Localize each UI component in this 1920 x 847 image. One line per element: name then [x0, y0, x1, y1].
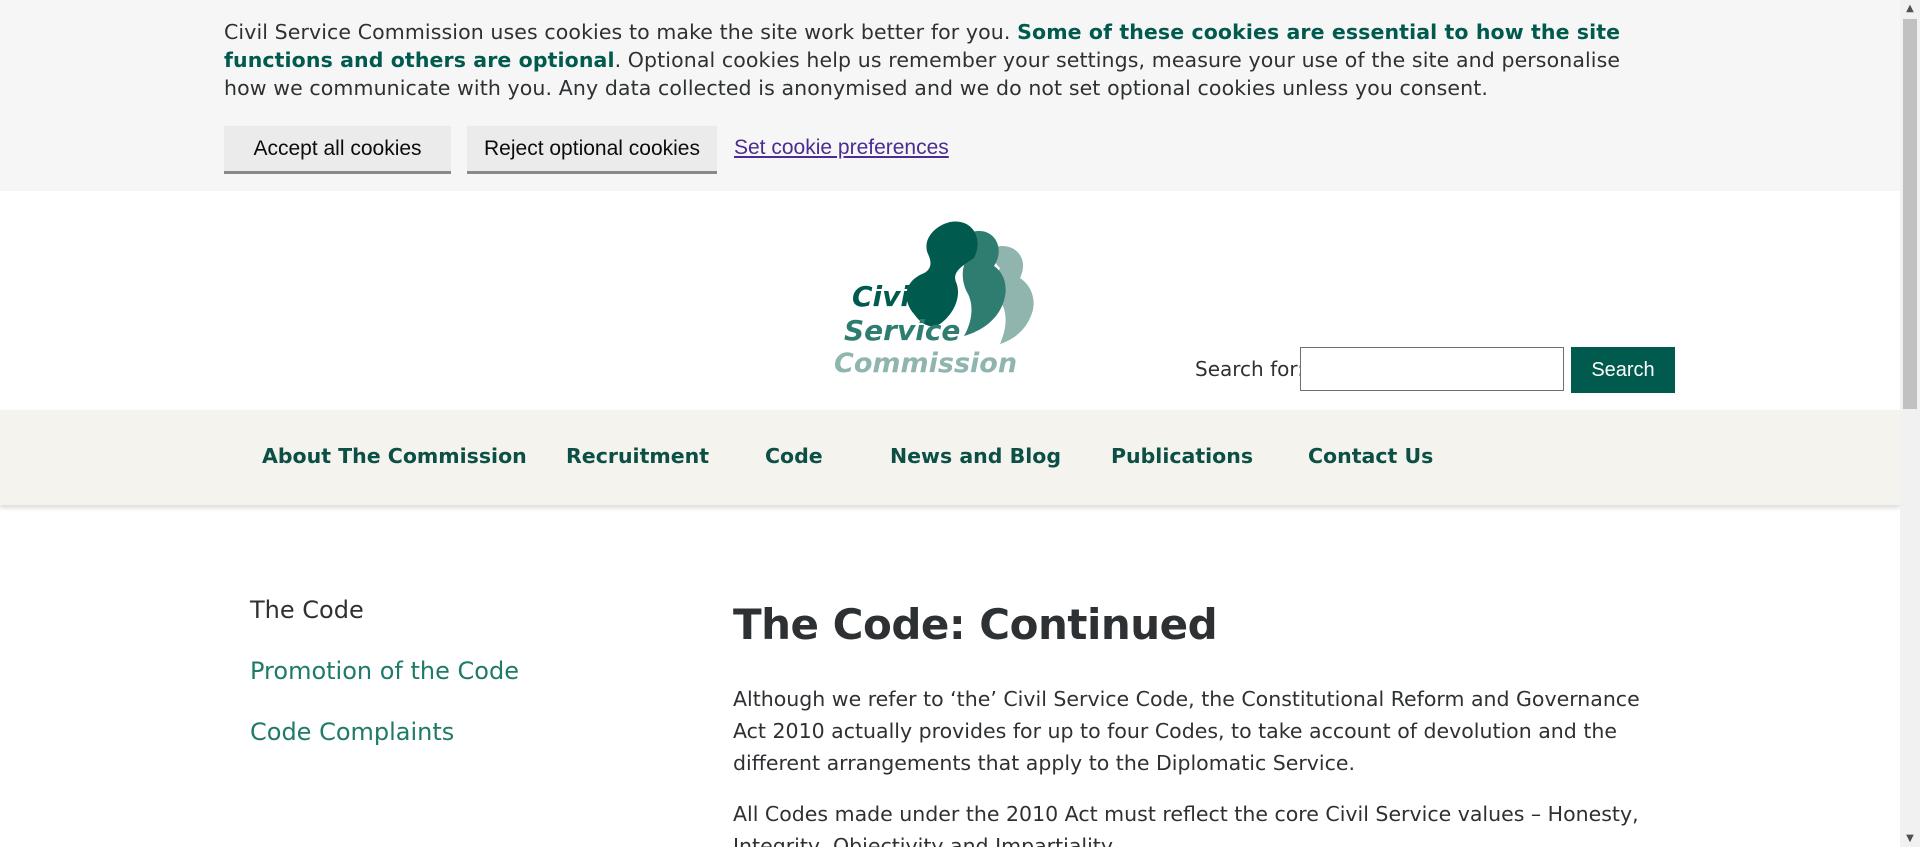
sidebar-item-code-complaints[interactable]: Code Complaints — [250, 718, 454, 746]
reject-cookies-button[interactable]: Reject optional cookies — [467, 126, 717, 174]
content-paragraph: All Codes made under the 2010 Act must r… — [733, 802, 1639, 847]
content-paragraph: Although we refer to ‘the’ Civil Service… — [733, 687, 1640, 775]
cookie-message: Civil Service Commission uses cookies to… — [224, 18, 1664, 102]
scroll-down-arrow-icon[interactable]: ▼ — [1900, 830, 1920, 847]
cookie-message-intro: Civil Service Commission uses cookies to… — [224, 20, 1018, 44]
nav-item-code[interactable]: Code — [765, 444, 823, 468]
logo-text-service: Service — [844, 314, 961, 347]
page-scrollbar[interactable]: ▲ ▼ — [1900, 0, 1920, 847]
cookie-preferences-link[interactable]: Set cookie preferences — [734, 136, 949, 160]
logo-text-commission: Commission — [834, 348, 1018, 379]
scrollbar-thumb[interactable] — [1903, 19, 1917, 409]
nav-item-contact-us[interactable]: Contact Us — [1308, 444, 1433, 468]
sidebar-item-the-code: The Code — [250, 596, 364, 624]
page-title: The Code: Continued — [733, 600, 1218, 649]
search-label: Search for: — [1195, 357, 1304, 381]
main-navigation: About The Commission Recruitment Code Ne… — [0, 410, 1900, 505]
cookie-banner: Civil Service Commission uses cookies to… — [0, 0, 1900, 191]
sidebar-item-promotion-of-the-code[interactable]: Promotion of the Code — [250, 657, 519, 685]
accept-cookies-button[interactable]: Accept all cookies — [224, 126, 451, 174]
scroll-up-arrow-icon[interactable]: ▲ — [1900, 0, 1920, 17]
logo-text-civil: Civil — [852, 280, 920, 313]
nav-item-news-and-blog[interactable]: News and Blog — [890, 444, 1061, 468]
nav-item-publications[interactable]: Publications — [1111, 444, 1253, 468]
nav-item-about[interactable]: About The Commission — [262, 444, 527, 468]
page: Civil Service Commission uses cookies to… — [0, 0, 1900, 847]
nav-item-recruitment[interactable]: Recruitment — [566, 444, 709, 468]
search-button[interactable]: Search — [1571, 347, 1675, 393]
search-input[interactable] — [1300, 347, 1564, 391]
site-logo[interactable]: Civil Service Commission — [832, 218, 1068, 386]
